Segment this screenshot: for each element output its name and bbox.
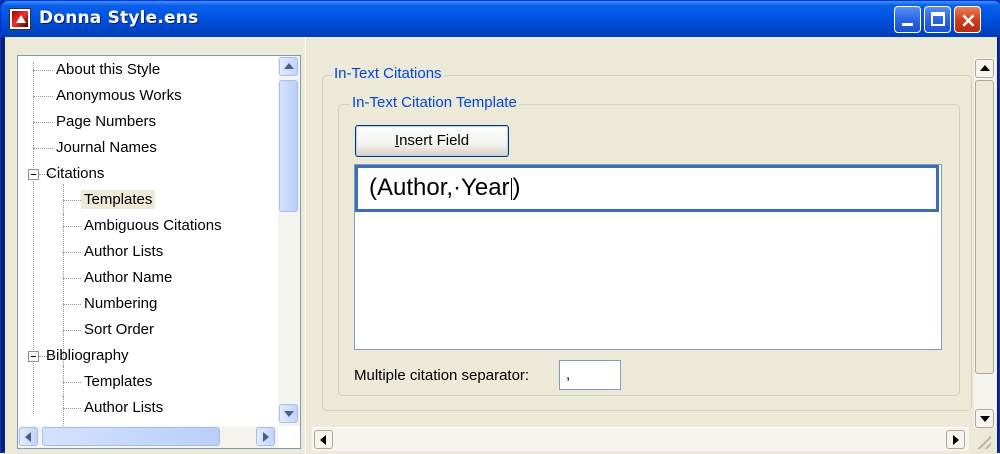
separator-label: Multiple citation separator:	[354, 367, 530, 384]
tree-item-anonymous-works[interactable]: Anonymous Works	[53, 84, 185, 108]
editor-scroll-up-button[interactable]	[975, 59, 994, 78]
style-tree-panel[interactable]: About this Style Anonymous Works Page Nu…	[17, 55, 301, 449]
tree-item-about-this-style[interactable]: About this Style	[53, 58, 163, 82]
tree-item-journal-names[interactable]: Journal Names	[53, 136, 160, 160]
tree-item-bibliography[interactable]: Bibliography	[43, 344, 132, 368]
maximize-button[interactable]	[924, 6, 951, 33]
tree-hscroll-thumb[interactable]	[42, 427, 220, 446]
tree-item-bibliography-templates[interactable]: Templates	[81, 370, 155, 394]
editor-vertical-scrollbar[interactable]	[974, 58, 996, 428]
separator-input[interactable]: ,	[559, 360, 621, 390]
in-text-citation-template-title: In-Text Citation Template	[350, 94, 519, 112]
editor-scroll-left-button[interactable]	[314, 430, 333, 449]
resize-grip[interactable]	[971, 429, 993, 451]
editor-scroll-right-button[interactable]	[946, 430, 965, 449]
style-editor-pane: In-Text Citations In-Text Citation Templ…	[305, 37, 997, 454]
close-button[interactable]: ×	[954, 6, 981, 33]
arrow-left-icon	[25, 432, 31, 442]
tree-item-citations[interactable]: Citations	[43, 162, 107, 186]
citation-template-editor[interactable]: (Author,·Year)	[354, 164, 942, 350]
tree-scroll-thumb[interactable]	[279, 80, 298, 212]
tree-scroll-up-button[interactable]	[279, 57, 298, 76]
tree-item-author-name[interactable]: Author Name	[81, 266, 175, 290]
app-window: Donna Style.ens × About this Style Anony…	[0, 0, 1000, 454]
tree-item-bibliography-author-lists[interactable]: Author Lists	[81, 396, 166, 420]
arrow-left-icon	[320, 435, 326, 445]
tree-item-page-numbers[interactable]: Page Numbers	[53, 110, 159, 134]
arrow-up-icon	[980, 65, 990, 71]
window-title: Donna Style.ens	[39, 8, 199, 28]
minimize-icon	[902, 23, 913, 26]
arrow-up-icon	[284, 63, 294, 69]
tree-scroll-right-button[interactable]	[256, 427, 275, 446]
editor-scroll-thumb[interactable]	[975, 80, 994, 374]
collapse-citations-icon[interactable]	[28, 169, 39, 180]
tree-horizontal-scrollbar[interactable]	[18, 426, 278, 448]
template-text-line[interactable]: (Author,·Year)	[355, 165, 939, 212]
tree-item-citations-templates[interactable]: Templates	[81, 188, 156, 212]
in-text-citations-title: In-Text Citations	[332, 65, 444, 83]
tree-item-sort-order[interactable]: Sort Order	[81, 318, 157, 342]
arrow-down-icon	[284, 411, 294, 417]
tree-vertical-scrollbar[interactable]	[278, 56, 300, 426]
tree-scroll-down-button[interactable]	[279, 404, 298, 423]
close-icon: ×	[960, 8, 977, 32]
minimize-button[interactable]	[894, 6, 921, 33]
arrow-down-icon	[980, 416, 990, 422]
arrow-right-icon	[953, 435, 959, 445]
tree-item-numbering[interactable]: Numbering	[81, 292, 160, 316]
editor-horizontal-scrollbar[interactable]	[312, 427, 969, 451]
editor-scroll-down-button[interactable]	[975, 409, 994, 428]
insert-field-button[interactable]: Insert Field	[355, 125, 509, 157]
text-caret	[510, 177, 512, 200]
tree-item-ambiguous-citations[interactable]: Ambiguous Citations	[81, 214, 225, 238]
app-icon[interactable]	[9, 8, 31, 30]
window-client-area: About this Style Anonymous Works Page Nu…	[5, 37, 997, 454]
style-tree: About this Style Anonymous Works Page Nu…	[18, 56, 276, 434]
collapse-bibliography-icon[interactable]	[28, 351, 39, 362]
title-bar[interactable]: Donna Style.ens ×	[1, 1, 1000, 37]
tree-item-citations-author-lists[interactable]: Author Lists	[81, 240, 166, 264]
arrow-right-icon	[263, 432, 269, 442]
tree-scroll-left-button[interactable]	[19, 427, 38, 446]
maximize-icon	[931, 12, 945, 26]
